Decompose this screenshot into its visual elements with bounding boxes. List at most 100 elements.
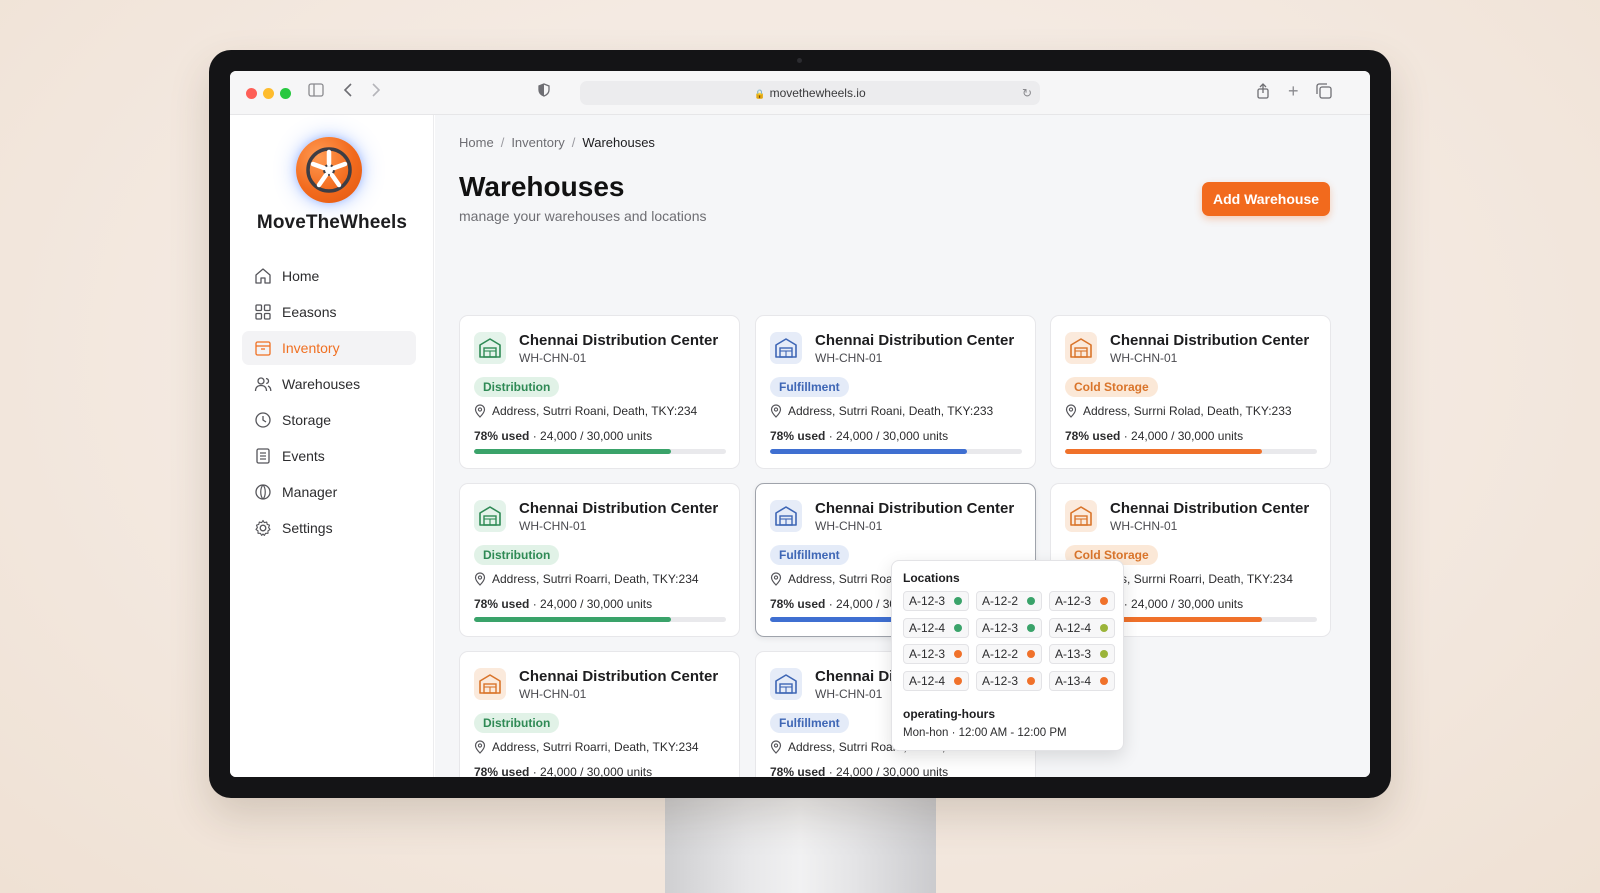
location-chip[interactable]: A-13-4 — [1049, 670, 1115, 691]
location-pin-icon — [770, 572, 782, 586]
breadcrumb: Home / Inventory / Warehouses — [459, 135, 655, 150]
warehouse-code: WH-CHN-01 — [815, 687, 883, 701]
used-percent: 78% used — [770, 597, 826, 611]
users-icon — [254, 377, 272, 392]
used-percent: 78% used — [474, 429, 530, 443]
operating-hours-label: operating-hours — [903, 707, 995, 721]
used-percent: 78% used — [474, 765, 530, 777]
page-title: Warehouses — [459, 171, 625, 202]
location-chip[interactable]: A-12-2 — [976, 644, 1042, 664]
back-icon[interactable] — [343, 83, 353, 103]
breadcrumb-inventory[interactable]: Inventory — [511, 135, 564, 150]
location-code: A-12-4 — [909, 620, 946, 635]
location-pin-icon — [474, 740, 486, 754]
units-text: · 24,000 / 30,000 units — [532, 429, 653, 443]
new-tab-icon[interactable]: + — [1288, 81, 1299, 101]
warehouse-name: Chennai Distribution Center — [519, 332, 719, 349]
sidebar-item-manager[interactable]: Manager — [242, 475, 416, 509]
sidebar-item-home[interactable]: Home — [242, 259, 416, 293]
main-content: Home / Inventory / Warehouses Warehouses man… — [435, 115, 1370, 777]
close-window-button[interactable] — [246, 88, 257, 99]
used-percent: 78% used — [770, 429, 826, 443]
status-dot — [1100, 597, 1108, 605]
location-chip[interactable]: A-12-2 — [976, 591, 1042, 611]
location-chip[interactable]: A-12-3 — [1049, 591, 1115, 611]
minimize-window-button[interactable] — [263, 88, 274, 99]
warehouse-card[interactable]: Chennai Distribution Center WH-CHN-01 Fulf… — [755, 315, 1036, 469]
used-percent: 78% used — [770, 765, 826, 777]
share-icon[interactable] — [1256, 83, 1270, 105]
location-chip[interactable]: A-12-4 — [1049, 617, 1115, 638]
warehouse-address: Address, Surrni Rolad, Death, TKY:233 — [1065, 404, 1292, 418]
status-dot — [1027, 676, 1035, 685]
warehouse-code: WH-CHN-01 — [519, 519, 587, 533]
sidebar-item-inventory[interactable]: Inventory — [242, 331, 416, 365]
warehouse-type-badge: Fulfillment — [770, 545, 849, 565]
warehouse-icon — [770, 668, 802, 700]
sidebar-item-eeasons[interactable]: Eeasons — [242, 295, 416, 329]
location-code: A-12-4 — [1055, 620, 1092, 635]
warehouse-card[interactable]: Chennai Distribution Center WH-CHN-01 Cold… — [1050, 315, 1331, 469]
warehouse-card[interactable]: Chennai Distribution Center WH-CHN-01 Dist… — [459, 651, 740, 777]
warehouse-icon — [474, 668, 506, 700]
units-text: · 24,000 / 30,000 units — [532, 765, 653, 777]
sidebar-toggle-icon[interactable] — [308, 83, 324, 103]
lock-icon: 🔒 — [754, 89, 766, 99]
capacity-bar — [474, 617, 726, 622]
sidebar-item-storage[interactable]: Storage — [242, 403, 416, 437]
location-pin-icon — [770, 404, 782, 418]
location-chip[interactable]: A-13-3 — [1049, 644, 1115, 664]
location-code: A-12-3 — [909, 594, 946, 608]
capacity-bar-fill — [1065, 449, 1262, 454]
warehouse-code: WH-CHN-01 — [1110, 351, 1178, 365]
location-pin-icon — [1065, 404, 1077, 418]
warehouse-icon — [474, 332, 506, 364]
warehouse-code: WH-CHN-01 — [519, 351, 587, 365]
maximize-window-button[interactable] — [280, 88, 291, 99]
warehouse-card[interactable]: Chennai Distribution Center WH-CHN-01 Dist… — [459, 315, 740, 469]
location-code: A-12-3 — [909, 647, 946, 661]
location-chip[interactable]: A-12-3 — [976, 617, 1042, 638]
sidebar-item-events[interactable]: Events — [242, 439, 416, 473]
add-warehouse-button[interactable]: Add Warehouse — [1202, 182, 1330, 216]
capacity-usage: 78% used · 24,000 / 30,000 units — [770, 765, 948, 777]
breadcrumb-home[interactable]: Home — [459, 135, 494, 150]
warehouse-code: WH-CHN-01 — [1110, 519, 1178, 533]
reload-icon[interactable]: ↻ — [1022, 81, 1032, 105]
inventory-icon — [255, 341, 271, 356]
warehouse-name: Chennai Distribution Center — [815, 332, 1015, 349]
tabs-overview-icon[interactable] — [1316, 83, 1332, 105]
status-dot — [1027, 597, 1035, 605]
screen: 🔒 movethewheels.io ↻ + MoveTheWheels Hom… — [230, 71, 1370, 777]
sidebar-item-label: Eeasons — [282, 304, 337, 320]
location-chip[interactable]: A-12-3 — [903, 644, 969, 664]
status-dot — [954, 623, 962, 632]
warehouse-name: Chennai Distribution Center — [1110, 332, 1310, 349]
forward-icon[interactable] — [371, 83, 381, 103]
grid-icon — [255, 304, 271, 320]
location-chip[interactable]: A-12-3 — [976, 670, 1042, 691]
used-percent: 78% used — [474, 597, 530, 611]
address-bar[interactable]: 🔒 movethewheels.io ↻ — [580, 81, 1040, 105]
breadcrumb-separator: / — [500, 135, 505, 150]
sidebar-item-label: Inventory — [282, 340, 340, 356]
location-chip[interactable]: A-12-4 — [903, 617, 969, 638]
warehouse-address: Address, Sutrri Roani, Death, TKY:233 — [770, 404, 993, 418]
sidebar-item-settings[interactable]: Settings — [242, 511, 416, 545]
capacity-bar — [1065, 449, 1317, 454]
capacity-usage: 78% used · 24,000 / 30,000 units — [1065, 429, 1243, 443]
location-code: A-12-3 — [982, 673, 1019, 688]
privacy-shield-icon[interactable] — [538, 83, 550, 103]
warehouse-card[interactable]: Chennai Distribution Center WH-CHN-01 Dist… — [459, 483, 740, 637]
warehouse-type-badge: Cold Storage — [1065, 377, 1158, 397]
status-dot — [954, 597, 962, 605]
breadcrumb-warehouses: Warehouses — [582, 135, 655, 150]
sidebar-item-label: Home — [282, 268, 320, 284]
location-chip[interactable]: A-12-3 — [903, 591, 969, 611]
brand-logo[interactable] — [296, 137, 362, 203]
location-chip[interactable]: A-12-4 — [903, 670, 969, 691]
location-pin-icon — [474, 404, 486, 418]
warehouse-address: Address, Sutrri Roarri, Death, TKY:234 — [474, 740, 699, 754]
sidebar-item-warehouses[interactable]: Warehouses — [242, 367, 416, 401]
warehouse-icon — [1065, 500, 1097, 532]
